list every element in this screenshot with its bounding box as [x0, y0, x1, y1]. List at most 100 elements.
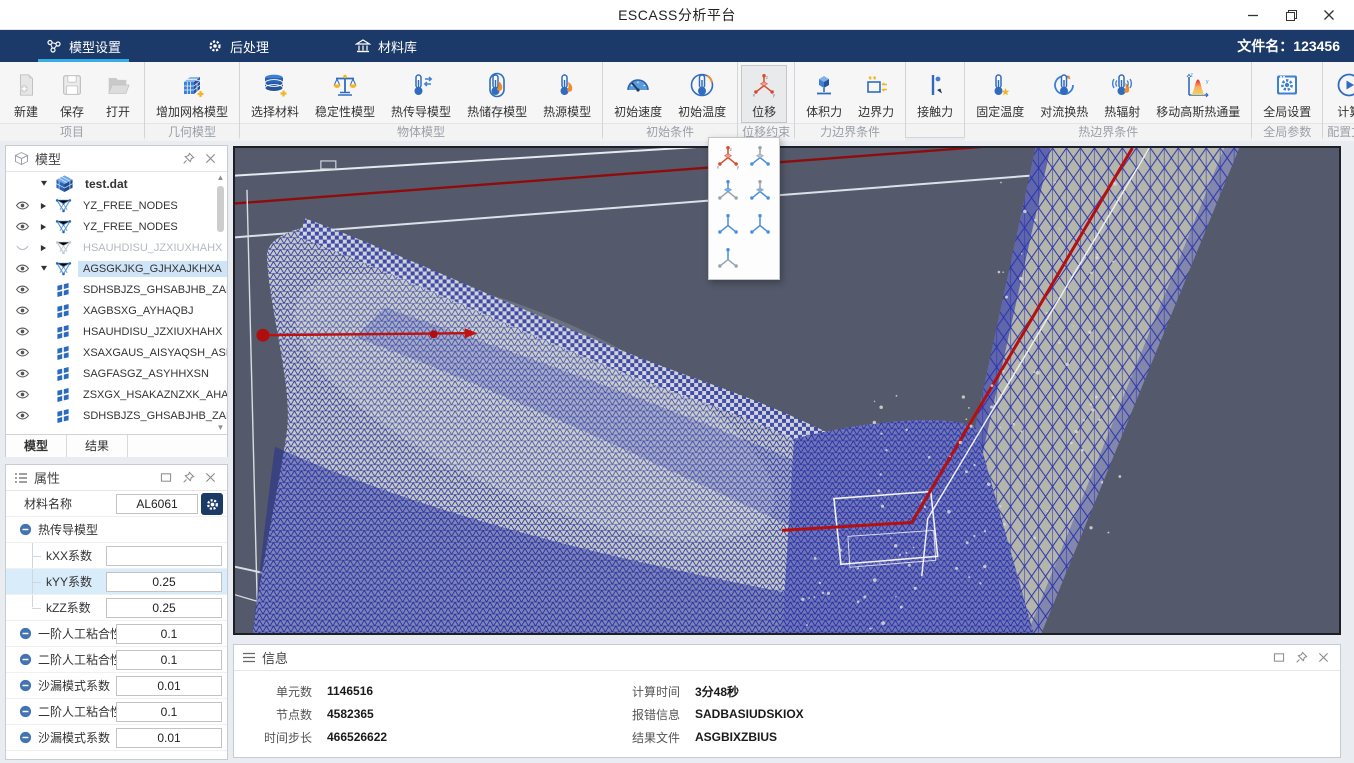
collapse-minus-icon[interactable]	[19, 679, 32, 692]
scroll-down-icon[interactable]: ▼	[217, 423, 225, 433]
tree-scrollbar[interactable]: ▲▼	[215, 173, 226, 433]
displacement-option-6[interactable]	[744, 211, 776, 239]
property-input-3[interactable]	[106, 546, 222, 566]
toolbar-button-gauss-flux[interactable]: zy移动高斯热通量	[1148, 65, 1248, 123]
toolbar-button-global-settings[interactable]: 全局设置	[1255, 65, 1319, 123]
eye-visible-icon[interactable]	[15, 326, 31, 338]
property-input-7[interactable]	[116, 650, 222, 670]
restore-panel-icon[interactable]	[1270, 650, 1288, 666]
property-input-1[interactable]	[116, 494, 198, 514]
minimize-button[interactable]	[1234, 0, 1272, 30]
chevron-collapsed-icon[interactable]	[40, 243, 49, 252]
tree-mesh-faded-icon	[55, 239, 72, 256]
property-input-8[interactable]	[116, 676, 222, 696]
eye-hidden-icon[interactable]	[15, 242, 31, 254]
eye-visible-icon[interactable]	[15, 389, 31, 401]
property-label: 沙漏模式系数	[38, 729, 110, 746]
chevron-collapsed-icon[interactable]	[40, 222, 49, 231]
close-icon[interactable]	[1314, 650, 1332, 666]
toolbar-button-convection[interactable]: 对流换热	[1032, 65, 1096, 123]
scroll-thumb[interactable]	[217, 186, 224, 232]
tree-row-2[interactable]: YZ_FREE_NODES	[6, 195, 227, 216]
menu-tab-1[interactable]: 模型设置	[42, 30, 125, 62]
property-input-4[interactable]	[106, 572, 222, 592]
toolbar-button-select-material[interactable]: 选择材料	[243, 65, 307, 123]
displacement-option-5[interactable]	[712, 211, 744, 239]
tree-row-11[interactable]: ZSXGX_HSAKAZNZXK_AHASX	[6, 384, 227, 405]
tree-row-4[interactable]: HSAUHDISU_JZXIUXHAHX	[6, 237, 227, 258]
eye-visible-icon[interactable]	[15, 368, 31, 380]
tree-row-5[interactable]: AGSGKJKG_GJHXAJKHXA	[6, 258, 227, 279]
tree-row-3[interactable]: YZ_FREE_NODES	[6, 216, 227, 237]
collapse-minus-icon[interactable]	[19, 731, 32, 744]
eye-visible-icon[interactable]	[15, 284, 31, 296]
close-icon[interactable]	[201, 470, 219, 486]
tree-row-6[interactable]: SDHSBJZS_GHSABJHB_ZAHU	[6, 279, 227, 300]
eye-visible-icon[interactable]	[15, 221, 31, 233]
pin-icon[interactable]	[179, 470, 197, 486]
tree-row-8[interactable]: HSAUHDISU_JZXIUXHAHX	[6, 321, 227, 342]
eye-visible-icon[interactable]	[15, 347, 31, 359]
displacement-option-7[interactable]	[712, 245, 744, 273]
toolbar-button-radiation[interactable]: 热辐射	[1096, 65, 1148, 123]
scroll-up-icon[interactable]: ▲	[217, 173, 225, 183]
eye-visible-icon[interactable]	[15, 305, 31, 317]
displacement-option-1[interactable]: zxy	[712, 143, 744, 171]
model-panel-title: 模型	[35, 149, 61, 168]
pin-icon[interactable]	[1292, 650, 1310, 666]
restore-panel-icon[interactable]	[157, 470, 175, 486]
menu-tab-3[interactable]: 材料库	[351, 30, 421, 62]
tree-row-9[interactable]: XSAXGAUS_AISYAQSH_ASHX	[6, 342, 227, 363]
collapse-minus-icon[interactable]	[19, 705, 32, 718]
chevron-expanded-icon[interactable]	[40, 179, 49, 188]
eye-visible-icon[interactable]	[15, 263, 31, 275]
panel-tab-2[interactable]: 结果	[67, 435, 128, 457]
property-input-5[interactable]	[106, 598, 222, 618]
tree-row-1[interactable]: test.dat	[6, 172, 227, 195]
material-settings-button[interactable]	[201, 493, 223, 515]
chevron-expanded-icon[interactable]	[40, 264, 49, 273]
eye-visible-icon[interactable]	[15, 410, 31, 422]
toolbar-button-fixed-temperature[interactable]: 固定温度	[968, 65, 1032, 123]
tree-row-12[interactable]: SDHSBJZS_GHSABJHB_ZAHU	[6, 405, 227, 426]
property-input-10[interactable]	[116, 728, 222, 748]
tree-row-7[interactable]: XAGBSXG_AYHAQBJ	[6, 300, 227, 321]
toolbar-button-boundary-force[interactable]: 边界力	[850, 65, 902, 123]
close-button[interactable]	[1310, 0, 1348, 30]
viewport-3d[interactable]	[233, 146, 1341, 635]
menu-tab-2[interactable]: 后处理	[203, 30, 273, 62]
toolbar-button-add-mesh[interactable]: 增加网格模型	[148, 65, 236, 123]
toolbar-button-displacement[interactable]: zxy位移	[741, 65, 787, 123]
close-icon[interactable]	[201, 151, 219, 167]
filename-label: 文件名：123456	[1237, 30, 1340, 62]
toolbar-button-heat-storage[interactable]: 热储存模型	[459, 65, 535, 123]
toolbar-button-compute[interactable]: 计算	[1326, 65, 1354, 123]
collapse-minus-icon[interactable]	[19, 653, 32, 666]
tree-item-label: YZ_FREE_NODES	[78, 198, 183, 214]
collapse-minus-icon[interactable]	[19, 627, 32, 640]
toolbar-button-label: 热传导模型	[391, 103, 451, 120]
toolbar-button-heat-source[interactable]: 热源模型	[535, 65, 599, 123]
property-input-9[interactable]	[116, 702, 222, 722]
displacement-option-3[interactable]	[712, 177, 744, 205]
toolbar-button-contact-force[interactable]: 接触力	[909, 65, 961, 123]
toolbar-button-init-velocity[interactable]: 初始速度	[606, 65, 670, 123]
tree-row-10[interactable]: SAGFASGZ_ASYHHXSN	[6, 363, 227, 384]
restore-button[interactable]	[1272, 0, 1310, 30]
panel-tab-1[interactable]: 模型	[6, 435, 67, 457]
chevron-collapsed-icon[interactable]	[40, 201, 49, 210]
properties-rows: 材料名称热传导模型kXX系数kYY系数kZZ系数一阶人工粘合性二阶人工粘合性沙漏…	[6, 491, 227, 751]
toolbar-button-body-force[interactable]: 体积力	[798, 65, 850, 123]
eye-visible-icon[interactable]	[15, 200, 31, 212]
toolbar-button-new-file[interactable]: 新建	[3, 65, 49, 123]
toolbar-button-open-folder[interactable]: 打开	[95, 65, 141, 123]
displacement-option-4[interactable]	[744, 177, 776, 205]
toolbar-button-heat-conduction[interactable]: 热传导模型	[383, 65, 459, 123]
pin-icon[interactable]	[179, 151, 197, 167]
displacement-option-2[interactable]	[744, 143, 776, 171]
toolbar-button-save[interactable]: 保存	[49, 65, 95, 123]
property-input-6[interactable]	[116, 624, 222, 644]
toolbar-button-init-temperature[interactable]: 初始温度	[670, 65, 734, 123]
collapse-minus-icon[interactable]	[19, 523, 32, 536]
toolbar-button-stability[interactable]: 稳定性模型	[307, 65, 383, 123]
